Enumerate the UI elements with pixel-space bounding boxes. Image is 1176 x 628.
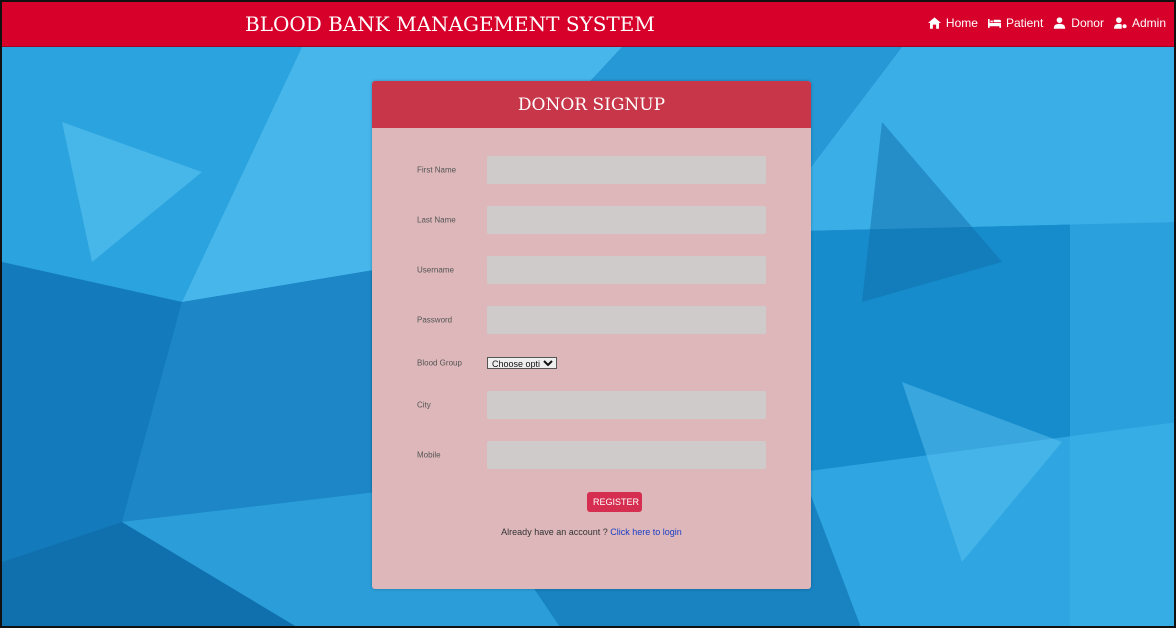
username-row: Username	[417, 256, 767, 284]
username-input[interactable]	[487, 256, 766, 284]
nav-donor[interactable]: Donor	[1053, 16, 1104, 30]
password-row: Password	[417, 306, 767, 334]
blood-group-label: Blood Group	[417, 358, 462, 368]
last-name-row: Last Name	[417, 206, 767, 234]
login-line: Already have an account ? Click here to …	[372, 527, 811, 537]
donor-signup-card: DONOR SIGNUP First Name Last Name Userna…	[372, 81, 811, 589]
nav-home-label: Home	[945, 16, 978, 30]
nav-patient[interactable]: Patient	[987, 16, 1044, 30]
nav-admin[interactable]: Admin	[1113, 16, 1166, 30]
register-button[interactable]: REGISTER	[587, 492, 642, 512]
mobile-input[interactable]	[487, 441, 766, 469]
home-icon	[927, 17, 941, 29]
password-input[interactable]	[487, 306, 766, 334]
password-label: Password	[417, 315, 453, 325]
username-label: Username	[417, 265, 454, 275]
last-name-label: Last Name	[417, 215, 456, 225]
app-title: BLOOD BANK MANAGEMENT SYSTEM	[245, 12, 655, 36]
user-icon	[1054, 17, 1066, 29]
blood-group-row: Blood Group Choose option	[417, 349, 767, 377]
nav-patient-label: Patient	[1005, 16, 1044, 30]
first-name-row: First Name	[417, 156, 767, 184]
mobile-label: Mobile	[417, 450, 441, 460]
blood-group-select[interactable]: Choose option	[487, 357, 557, 369]
bed-icon	[987, 18, 1001, 28]
browser-viewport: BLOOD BANK MANAGEMENT SYSTEM Home Patien…	[0, 0, 1176, 628]
user-cog-icon	[1113, 17, 1127, 29]
nav-menu: Home Patient Donor Admin	[927, 16, 1166, 30]
last-name-input[interactable]	[487, 206, 766, 234]
nav-donor-label: Donor	[1071, 16, 1104, 30]
login-prompt: Already have an account ?	[501, 527, 608, 537]
mobile-row: Mobile	[417, 441, 767, 469]
city-row: City	[417, 391, 767, 419]
first-name-label: First Name	[417, 165, 457, 175]
login-link[interactable]: Click here to login	[610, 527, 682, 537]
nav-admin-label: Admin	[1131, 16, 1166, 30]
card-title: DONOR SIGNUP	[517, 94, 666, 115]
city-label: City	[417, 400, 431, 410]
top-navbar: BLOOD BANK MANAGEMENT SYSTEM Home Patien…	[2, 2, 1174, 47]
card-header: DONOR SIGNUP	[372, 81, 811, 128]
nav-home[interactable]: Home	[927, 16, 978, 30]
first-name-input[interactable]	[487, 156, 766, 184]
city-input[interactable]	[487, 391, 766, 419]
